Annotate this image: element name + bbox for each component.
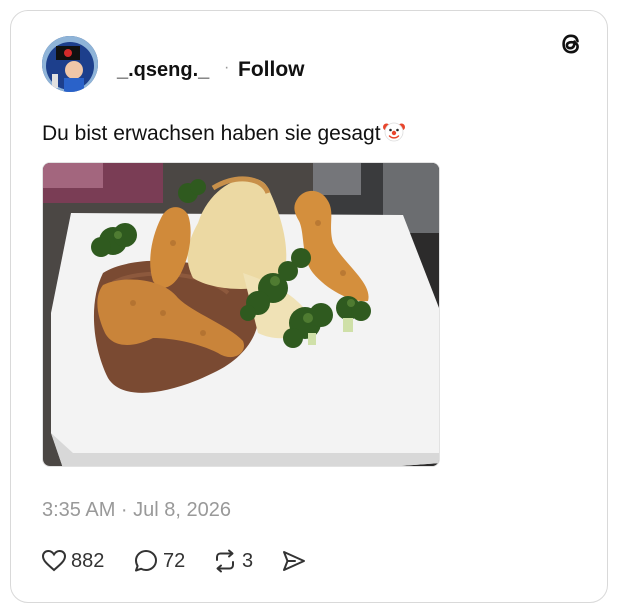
like-count: 882 xyxy=(71,549,105,572)
reply-count: 72 xyxy=(163,549,186,572)
follow-button[interactable]: Follow xyxy=(238,58,305,82)
avatar[interactable] xyxy=(42,36,98,92)
avatar-image xyxy=(42,36,98,92)
repost-arrows-icon xyxy=(216,549,234,573)
send-icon xyxy=(283,551,305,571)
food-photo xyxy=(43,163,439,466)
reply-button[interactable]: 72 xyxy=(133,546,185,576)
clown-face-emoji-icon xyxy=(382,122,405,142)
post-card: _.qseng._ · Follow Du bist erwachsen hab… xyxy=(10,10,608,603)
separator-dot: · xyxy=(224,59,230,76)
threads-logo-icon[interactable] xyxy=(556,29,586,59)
timestamp[interactable]: 3:35 AM · Jul 8, 2026 xyxy=(42,499,231,522)
heart-icon xyxy=(41,549,67,572)
post-image[interactable] xyxy=(42,162,440,467)
speech-bubble-icon xyxy=(135,550,157,572)
username[interactable]: _.qseng._ xyxy=(117,59,209,82)
post-text: Du bist erwachsen haben sie gesagt xyxy=(42,119,406,146)
post-text-content: Du bist erwachsen haben sie gesagt xyxy=(42,122,381,145)
repost-button[interactable]: 3 xyxy=(212,546,253,576)
like-button[interactable]: 882 xyxy=(41,546,104,576)
repost-count: 3 xyxy=(242,549,254,572)
share-button[interactable] xyxy=(281,546,307,576)
